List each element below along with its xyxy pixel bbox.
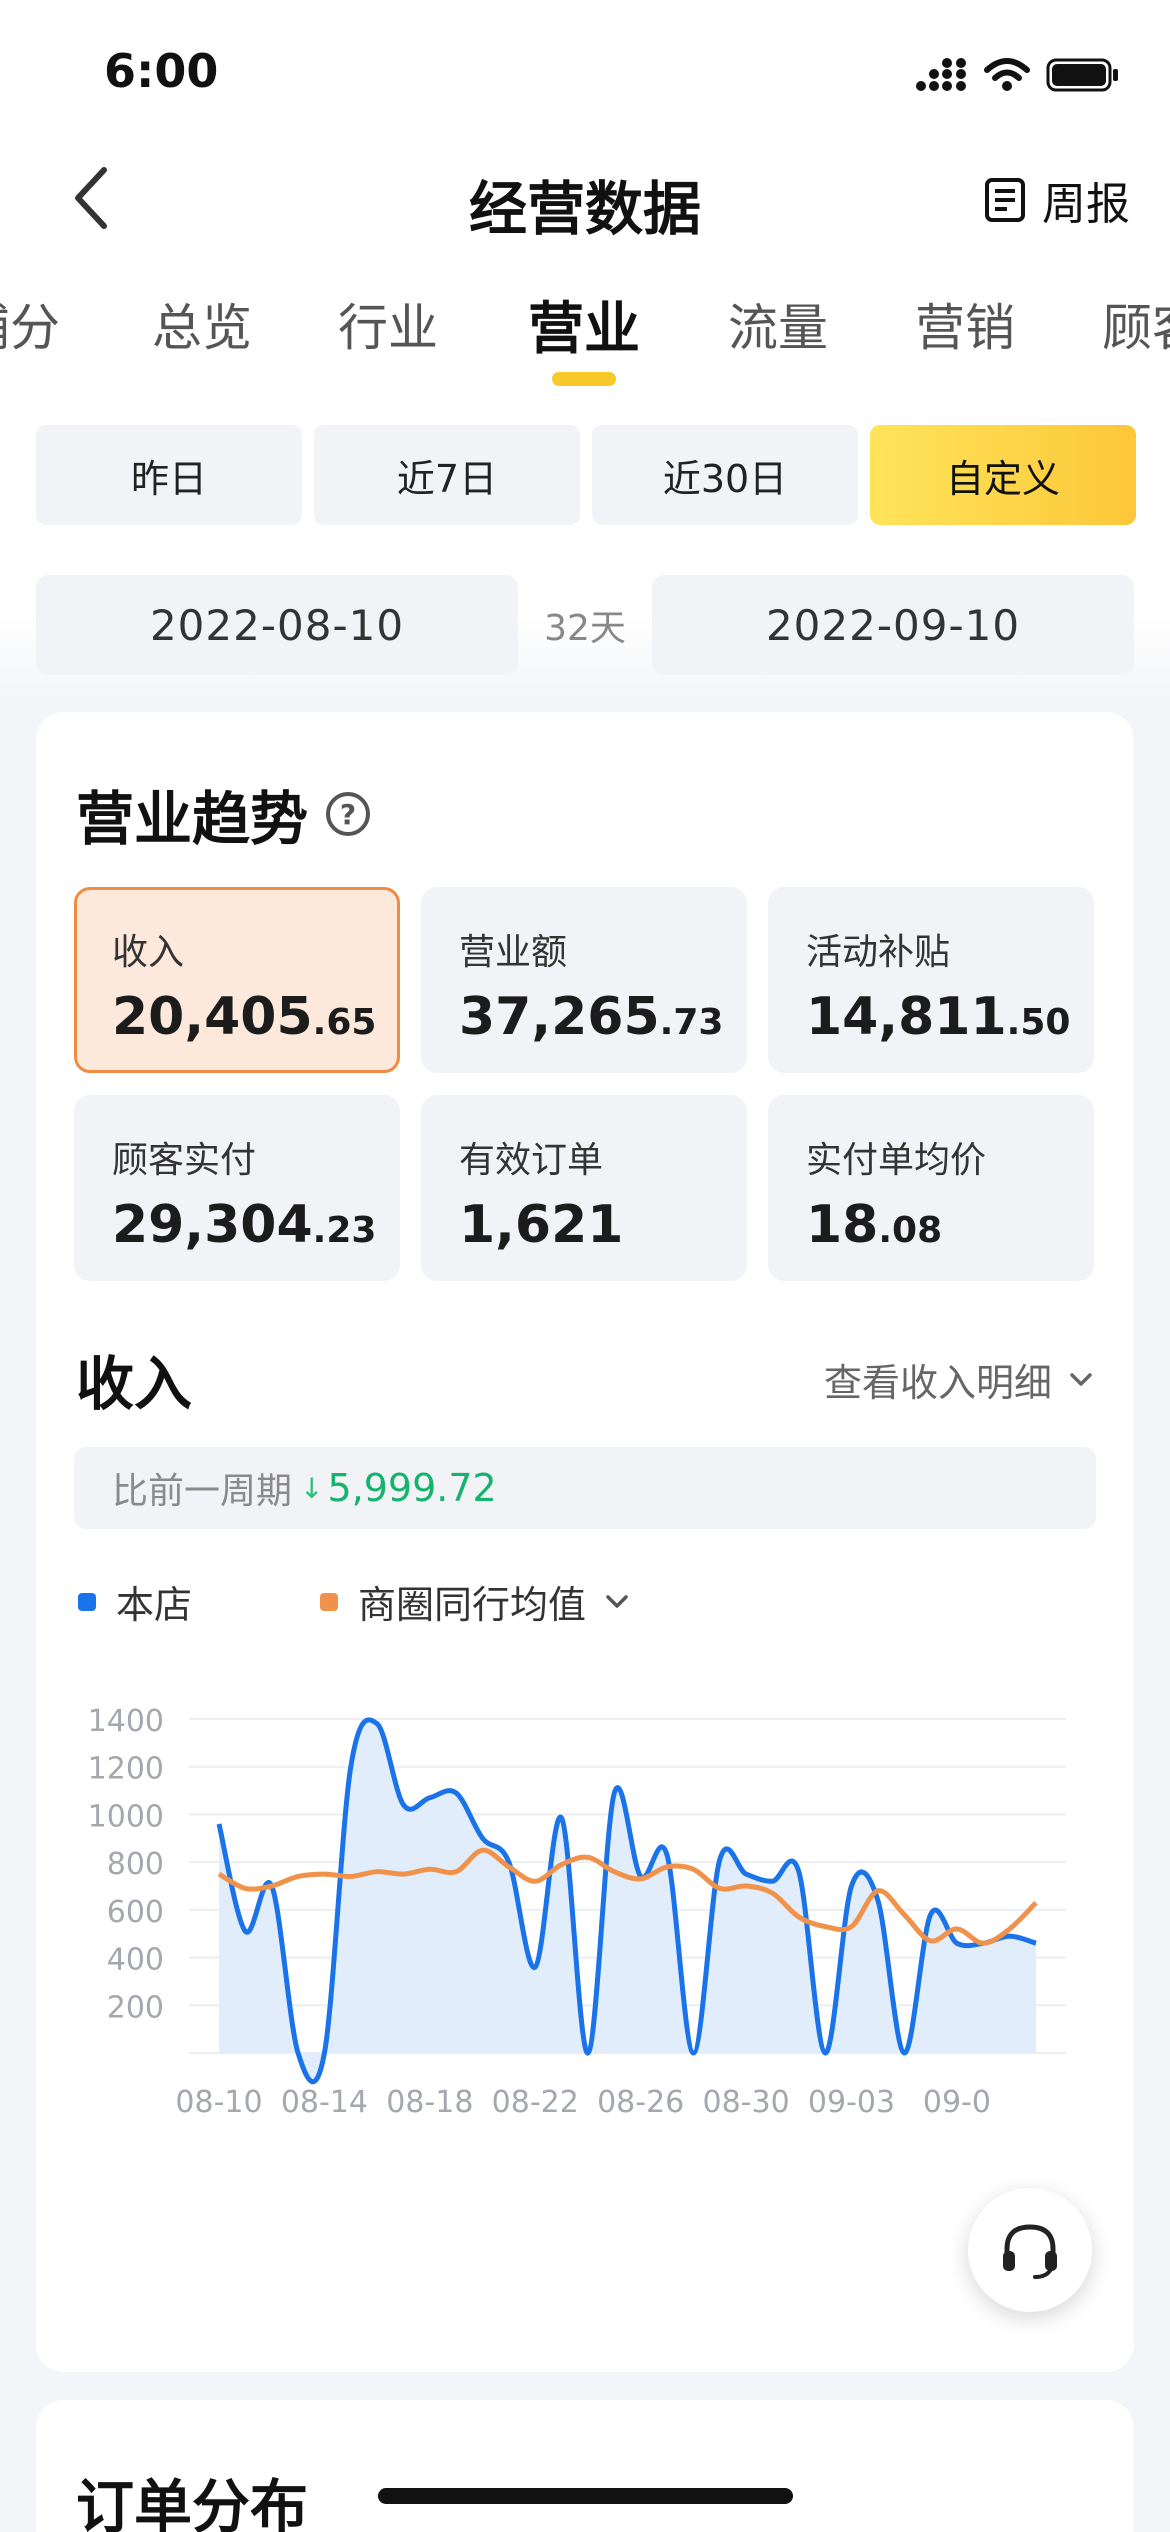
order-distribution-title: 订单分布 (76, 2473, 309, 2532)
arrow-down-icon: ↓ (300, 1471, 324, 1505)
start-date-picker[interactable]: 2022-08-10 (36, 575, 518, 675)
end-date-picker[interactable]: 2022-09-10 (652, 575, 1134, 675)
category-tabs: 铺分 总览 行业 营业 流量 营销 顾客 (0, 280, 1170, 390)
metric-value-int: 14,811 (806, 987, 1007, 1047)
tab-overview[interactable]: 总览 (152, 288, 252, 360)
metric-label: 收入 (112, 932, 185, 973)
legend-peer-swatch (320, 1592, 339, 1611)
legend-peer-dropdown[interactable]: 商圈同行均值 (320, 1574, 630, 1629)
metric-value-frac: .73 (659, 1002, 724, 1043)
compare-value: 5,999.72 (327, 1466, 497, 1510)
chevron-down-icon (606, 1594, 628, 1608)
legend-store-label: 本店 (116, 1583, 193, 1627)
metric-value: 18.08 (806, 1195, 1094, 1255)
y-tick-label: 400 (107, 1943, 164, 1978)
x-tick-label: 08-18 (386, 2085, 473, 2120)
chart-legend: 本店 商圈同行均值 (78, 1574, 630, 1629)
x-tick-label: 08-26 (597, 2085, 684, 2120)
metric-value: 29,304.23 (112, 1195, 400, 1255)
y-tick-label: 1000 (88, 1799, 164, 1834)
range-7days-button[interactable]: 近7日 (314, 425, 580, 525)
range-custom-button[interactable]: 自定义 (870, 425, 1136, 525)
tab-indicator (552, 372, 616, 386)
trend-title: 营业趋势 ? (76, 772, 371, 856)
metric-value-int: 29,304 (112, 1195, 313, 1255)
metric-label: 活动补贴 (806, 932, 951, 973)
metric-value-frac: .08 (878, 1210, 943, 1251)
x-tick-label: 08-30 (703, 2085, 790, 2120)
x-tick-label: 08-10 (175, 2085, 262, 2120)
metric-value-int: 20,405 (112, 987, 313, 1047)
chevron-down-icon (1070, 1372, 1092, 1386)
metric-label: 实付单均价 (806, 1140, 987, 1181)
tab-industry[interactable]: 行业 (338, 288, 438, 360)
legend-store-swatch (78, 1592, 96, 1611)
y-tick-label: 1400 (88, 1704, 164, 1739)
metric-card-turnover[interactable]: 营业额 37,265.73 (421, 887, 747, 1073)
metric-card-income[interactable]: 收入 20,405.65 (74, 887, 400, 1073)
metric-label: 有效订单 (459, 1140, 604, 1181)
income-chart: 200 400 600 800 1000 1200 1400 08-10 08-14 08-18 0… (88, 1704, 1066, 2120)
income-detail-dropdown[interactable]: 查看收入明细 (824, 1352, 1094, 1407)
tab-customers[interactable]: 顾客 (1102, 288, 1170, 360)
metric-value: 1,621 (459, 1195, 747, 1255)
y-tick-label: 200 (107, 1990, 164, 2025)
metric-label: 营业额 (459, 932, 568, 973)
range-30days-button[interactable]: 近30日 (592, 425, 858, 525)
metric-value-frac: .50 (1006, 1002, 1071, 1043)
metric-value: 14,811.50 (806, 987, 1094, 1047)
range-yesterday-button[interactable]: 昨日 (36, 425, 302, 525)
tab-marketing[interactable]: 营销 (915, 288, 1015, 360)
date-range-days: 32天 (544, 608, 626, 649)
y-tick-label: 1200 (88, 1752, 164, 1787)
x-tick-label: 08-14 (281, 2085, 368, 2120)
customer-support-button[interactable] (968, 2188, 1092, 2312)
weekly-report-label: 周报 (1042, 179, 1130, 230)
metric-value-int: 1,621 (459, 1195, 624, 1255)
period-compare-bar: 比前一周期 ↓ 5,999.72 (74, 1447, 1096, 1529)
signal-icon (916, 58, 966, 91)
battery-icon (1046, 58, 1118, 92)
metric-card-subsidy[interactable]: 活动补贴 14,811.50 (768, 887, 1094, 1073)
weekly-report-button[interactable]: 周报 (982, 168, 1130, 232)
income-detail-label: 查看收入明细 (823, 1361, 1052, 1405)
metric-value-int: 18 (806, 1195, 879, 1255)
business-trend-card: 营业趋势 ? 收入 20,405.65 营业额 37,265.73 活动补贴 1… (36, 712, 1134, 2372)
compare-label: 比前一周期 (112, 1471, 293, 1512)
legend-peer-label: 商圈同行均值 (358, 1583, 587, 1627)
headset-icon (1003, 2224, 1057, 2279)
metric-card-avg-price[interactable]: 实付单均价 18.08 (768, 1095, 1094, 1281)
metrics-grid: 收入 20,405.65 营业额 37,265.73 活动补贴 14,811.5… (74, 887, 1096, 1281)
date-range: 2022-08-10 32天 2022-09-10 (36, 575, 1134, 675)
trend-title-text: 营业趋势 (76, 785, 309, 853)
metric-value: 37,265.73 (459, 987, 747, 1047)
metric-card-customer-paid[interactable]: 顾客实付 29,304.23 (74, 1095, 400, 1281)
document-list-icon (985, 178, 1025, 222)
status-icons (916, 50, 1120, 100)
order-distribution-card: 订单分布 (36, 2400, 1134, 2532)
range-selector: 昨日 近7日 近30日 自定义 (36, 425, 1136, 525)
metric-label: 顾客实付 (112, 1140, 257, 1181)
y-tick-label: 800 (107, 1847, 164, 1882)
tab-pufen[interactable]: 铺分 (0, 288, 60, 360)
tab-business[interactable]: 营业 (528, 284, 640, 365)
wifi-icon (984, 58, 1030, 91)
y-tick-label: 600 (107, 1895, 164, 1930)
status-time: 6:00 (104, 44, 219, 98)
legend-store: 本店 (78, 1574, 192, 1629)
tab-traffic[interactable]: 流量 (728, 288, 828, 360)
metric-value-frac: .65 (312, 1002, 377, 1043)
metric-value-frac: .23 (312, 1210, 377, 1251)
x-tick-label: 09-03 (808, 2085, 895, 2120)
metric-value-int: 37,265 (459, 987, 660, 1047)
home-indicator (378, 2488, 793, 2504)
help-icon[interactable]: ? (326, 792, 371, 836)
metric-value: 20,405.65 (112, 987, 397, 1047)
x-tick-label: 09-0 (923, 2085, 991, 2120)
income-section-title: 收入 (76, 1350, 193, 1418)
metric-card-valid-orders[interactable]: 有效订单 1,621 (421, 1095, 747, 1281)
x-tick-label: 08-22 (492, 2085, 579, 2120)
